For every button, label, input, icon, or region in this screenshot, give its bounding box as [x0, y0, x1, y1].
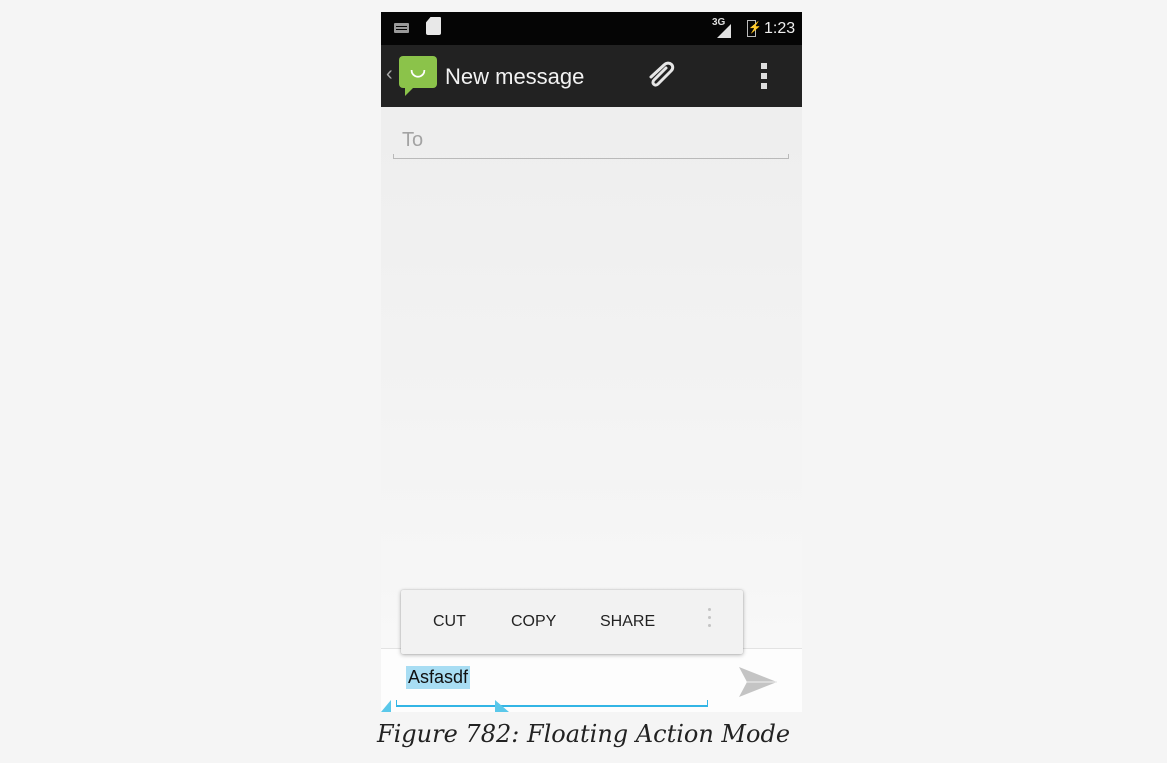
- status-bar: 3G ⚡ 1:23: [381, 12, 802, 45]
- page-title: New message: [445, 64, 585, 89]
- message-input-underline: [396, 705, 708, 707]
- phone-screen: 3G ⚡ 1:23 ‹ ◡ New message To Asfasdf CUT: [381, 12, 802, 712]
- overflow-menu-icon[interactable]: [754, 61, 774, 93]
- figure-caption: Figure 782: Floating Action Mode: [376, 720, 791, 748]
- messaging-smiley-icon[interactable]: ◡: [399, 56, 437, 96]
- message-input-selection[interactable]: Asfasdf: [406, 666, 471, 689]
- signal-icon: [717, 24, 731, 38]
- status-time: 1:23: [764, 20, 796, 37]
- recipient-field[interactable]: To: [393, 116, 789, 159]
- overflow-dot: [761, 73, 767, 79]
- overflow-dot: [761, 63, 767, 69]
- send-icon[interactable]: [737, 664, 779, 700]
- overflow-dot: [761, 83, 767, 89]
- more-dot: [707, 608, 711, 611]
- more-dot: [707, 624, 711, 627]
- back-chevron-icon[interactable]: ‹: [386, 63, 393, 86]
- floating-action-toolbar: CUT COPY SHARE: [401, 590, 743, 654]
- keyboard-icon: [394, 23, 409, 33]
- battery-charging-icon: ⚡: [747, 20, 762, 37]
- sd-card-icon: [426, 17, 441, 35]
- copy-button[interactable]: COPY: [511, 613, 556, 631]
- share-button[interactable]: SHARE: [600, 613, 655, 631]
- cut-button[interactable]: CUT: [433, 613, 466, 631]
- attach-icon[interactable]: [642, 57, 682, 95]
- selection-handle-right[interactable]: [495, 700, 509, 712]
- selection-handle-left[interactable]: [381, 700, 391, 712]
- underline-tick-right: [707, 700, 708, 706]
- action-bar: ‹ ◡ New message: [381, 45, 802, 107]
- more-vertical-icon[interactable]: [706, 608, 712, 634]
- more-dot: [707, 616, 711, 619]
- smiley-face-icon: ◡: [410, 59, 426, 79]
- recipient-placeholder: To: [402, 129, 424, 151]
- underline-tick-left: [396, 700, 397, 706]
